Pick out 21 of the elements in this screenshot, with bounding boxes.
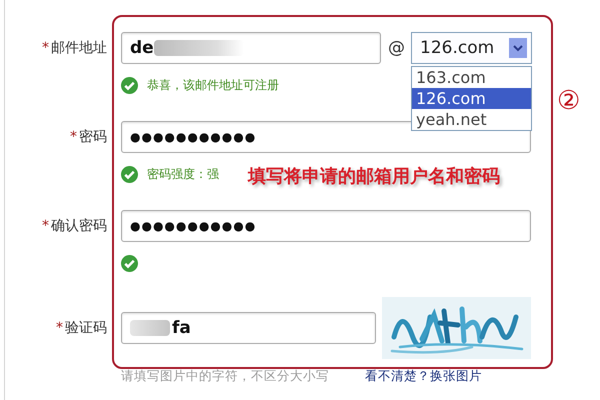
required-mark: * (70, 129, 77, 145)
field-label: 密码 (79, 128, 107, 146)
step-number: ② (557, 86, 580, 116)
required-mark: * (42, 40, 49, 56)
refresh-link[interactable]: 看不清楚？换张图片 (365, 368, 482, 384)
field-label: 确认密码 (51, 217, 107, 235)
password-field[interactable]: ●●●●●●●●●●● (121, 210, 531, 242)
field-label: 邮件地址 (51, 39, 107, 57)
at-sign: @ (388, 38, 406, 58)
email-field[interactable]: de (121, 32, 381, 64)
required-mark: * (56, 320, 63, 336)
hint-text: 恭喜，该邮件地址可注册 (147, 76, 279, 94)
field-label: 验证码 (65, 319, 107, 337)
hint-text: 请填写图片中的字符，不区分大小写 (121, 368, 329, 384)
annotation-text: 填写将申请的邮箱用户名和密码 (248, 165, 500, 188)
domain-dropdown[interactable]: 126.com (411, 32, 532, 64)
hint-text: 密码强度：强 (147, 166, 219, 182)
captcha-field[interactable]: fa (121, 312, 376, 344)
dropdown-option[interactable]: 126.com (412, 88, 531, 109)
required-mark: * (42, 218, 49, 234)
dropdown-option[interactable]: 163.com (412, 67, 531, 88)
